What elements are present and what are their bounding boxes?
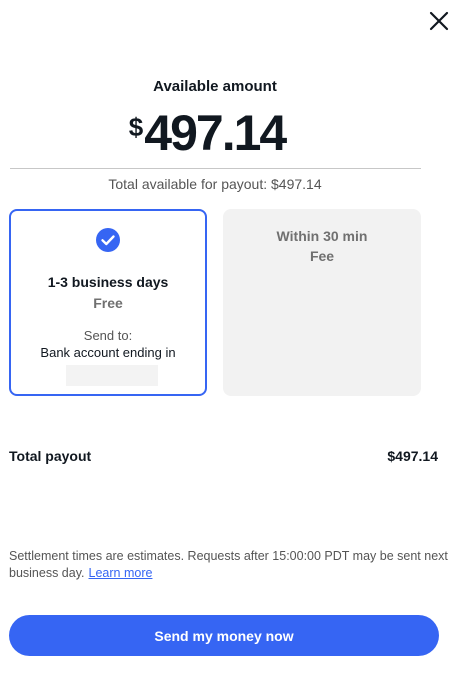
option-title: Within 30 min bbox=[276, 228, 368, 244]
amount-number: 497.14 bbox=[144, 105, 287, 161]
total-available-text: Total available for payout: $497.14 bbox=[108, 176, 322, 192]
total-payout-label: Total payout bbox=[9, 448, 92, 464]
option-fee: Fee bbox=[309, 248, 335, 264]
checkmark-circle-icon bbox=[96, 228, 120, 252]
disclaimer-text: Settlement times are estimates. Requests… bbox=[9, 549, 448, 580]
available-amount-label: Available amount bbox=[153, 78, 277, 95]
currency-symbol: $ bbox=[128, 112, 144, 142]
divider bbox=[10, 168, 421, 169]
send-to-label: Send to: bbox=[83, 328, 133, 343]
available-amount: $497.14 bbox=[0, 104, 414, 162]
send-money-button[interactable]: Send my money now bbox=[9, 615, 439, 656]
close-button[interactable] bbox=[428, 10, 450, 32]
close-icon[interactable] bbox=[428, 10, 450, 32]
bank-account-redacted bbox=[66, 365, 158, 386]
option-instant-transfer[interactable]: Within 30 min Fee bbox=[223, 209, 421, 396]
option-title: 1-3 business days bbox=[47, 274, 169, 290]
learn-more-link[interactable]: Learn more bbox=[89, 566, 153, 580]
bank-account-label: Bank account ending in bbox=[40, 345, 176, 360]
settlement-disclaimer: Settlement times are estimates. Requests… bbox=[9, 548, 450, 582]
option-fee: Free bbox=[93, 295, 123, 311]
option-standard-transfer[interactable]: 1-3 business days Free Send to: Bank acc… bbox=[9, 209, 207, 396]
total-payout-value: $497.14 bbox=[387, 448, 438, 464]
